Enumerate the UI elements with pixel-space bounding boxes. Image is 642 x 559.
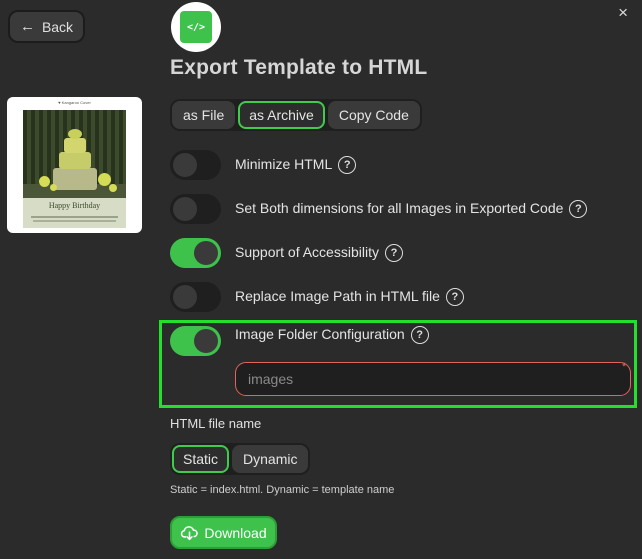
option-accessibility: Support of Accessibility?: [170, 238, 403, 268]
html-file-name-label: HTML file name: [170, 416, 262, 431]
file-name-hint: Static = index.html. Dynamic = template …: [170, 484, 395, 496]
required-marker: *: [622, 361, 627, 373]
download-label: Download: [204, 524, 267, 541]
as-archive-button[interactable]: as Archive: [238, 101, 325, 129]
close-icon[interactable]: ×: [618, 4, 628, 21]
code-logo-icon: </>: [171, 2, 221, 52]
help-icon[interactable]: ?: [445, 288, 464, 307]
file-name-mode-selector: Static Dynamic: [170, 443, 311, 475]
replace-image-path-toggle[interactable]: [170, 282, 221, 312]
dialog-title: Export Template to HTML: [170, 56, 428, 79]
arrow-left-icon: ←: [19, 18, 35, 35]
download-button[interactable]: Download: [170, 516, 277, 549]
template-preview-thumbnail: ♥ Kangaroo Cover Happy Birthday: [7, 97, 142, 233]
image-folder-input[interactable]: [235, 362, 631, 396]
image-folder-toggle[interactable]: [170, 326, 221, 356]
minimize-html-label: Minimize HTML: [235, 155, 333, 172]
dynamic-button[interactable]: Dynamic: [232, 445, 309, 473]
as-file-button[interactable]: as File: [172, 101, 236, 129]
preview-header-text: ♥ Kangaroo Cover: [58, 100, 91, 105]
set-dimensions-toggle[interactable]: [170, 194, 221, 224]
help-icon[interactable]: ?: [338, 156, 357, 175]
option-image-folder: Image Folder Configuration?: [170, 325, 429, 356]
option-replace-image-path: Replace Image Path in HTML file?: [170, 282, 464, 312]
cloud-download-icon: [180, 525, 199, 541]
code-glyph: </>: [180, 11, 212, 43]
export-mode-selector: as File as Archive Copy Code: [170, 99, 422, 131]
back-button[interactable]: ← Back: [8, 10, 85, 43]
help-icon[interactable]: ?: [569, 200, 588, 219]
accessibility-toggle[interactable]: [170, 238, 221, 268]
option-minimize-html: Minimize HTML?: [170, 150, 357, 180]
help-icon[interactable]: ?: [410, 326, 429, 345]
static-button[interactable]: Static: [172, 445, 230, 473]
preview-caption: Happy Birthday: [48, 201, 101, 210]
accessibility-label: Support of Accessibility: [235, 243, 379, 260]
copy-code-button[interactable]: Copy Code: [327, 101, 420, 129]
help-icon[interactable]: ?: [384, 244, 403, 263]
option-set-both-dimensions: Set Both dimensions for all Images in Ex…: [170, 194, 588, 224]
back-button-label: Back: [41, 18, 74, 35]
set-dimensions-label: Set Both dimensions for all Images in Ex…: [235, 199, 564, 216]
replace-image-path-label: Replace Image Path in HTML file: [235, 287, 440, 304]
image-folder-label: Image Folder Configuration: [235, 326, 405, 342]
minimize-html-toggle[interactable]: [170, 150, 221, 180]
birthday-cake-image: Happy Birthday: [23, 110, 126, 228]
